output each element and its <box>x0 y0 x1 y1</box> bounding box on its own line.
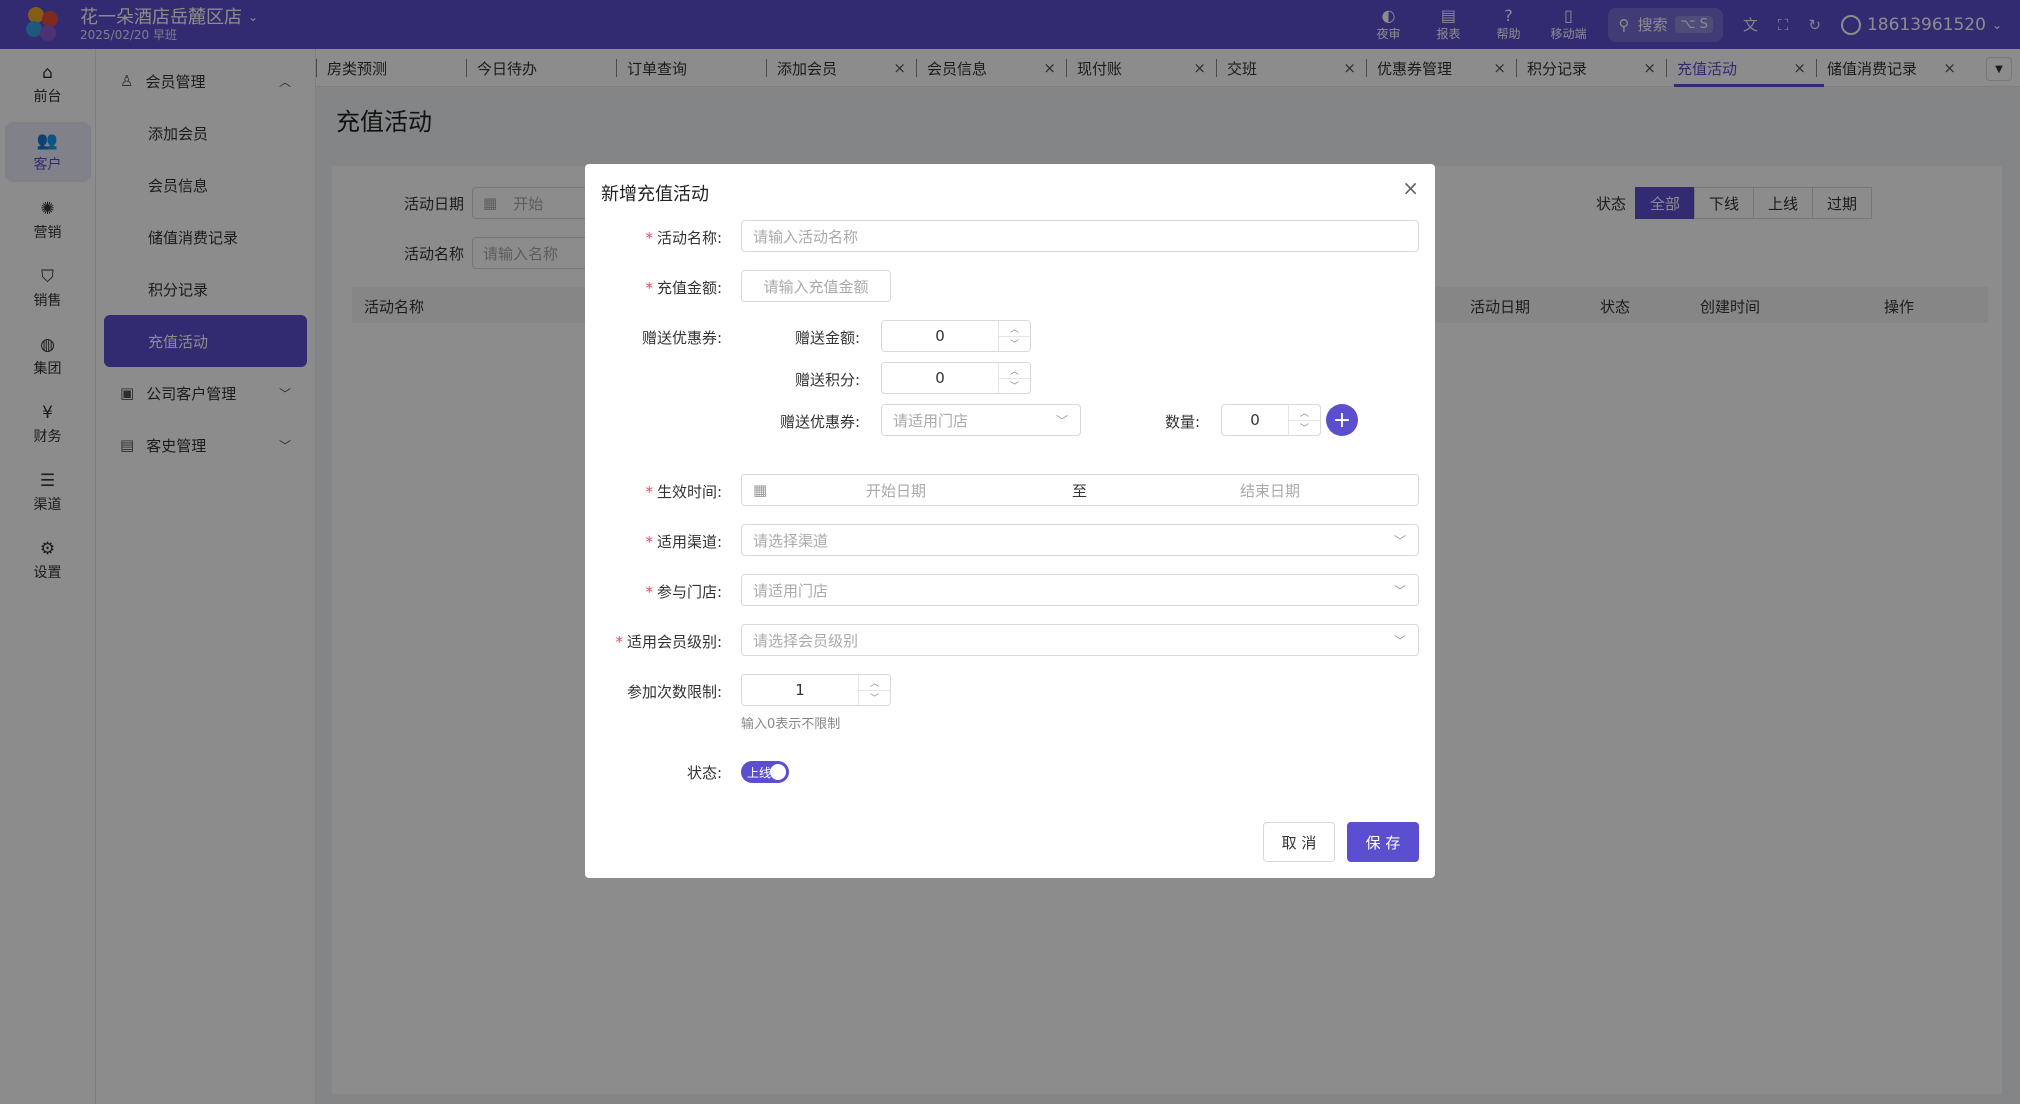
gift-points-stepper[interactable]: 0 ︿ ﹀ <box>881 362 1031 394</box>
chevron-up-icon[interactable]: ︿ <box>999 321 1030 337</box>
select-placeholder: 请适用门店 <box>753 581 829 600</box>
chevron-up-icon[interactable]: ︿ <box>1289 405 1320 421</box>
qty-stepper[interactable]: 0 ︿ ﹀ <box>1221 404 1321 436</box>
gift-amount-stepper[interactable]: 0 ︿ ﹀ <box>881 320 1031 352</box>
chevron-up-icon[interactable]: ︿ <box>999 363 1030 379</box>
calendar-icon: ▦ <box>753 481 768 499</box>
limit-stepper[interactable]: 1 ︿ ﹀ <box>741 674 891 706</box>
store-label: * 参与门店: <box>645 583 722 601</box>
gift-coupon-select[interactable]: 请适用门店 ﹀ <box>881 404 1081 436</box>
chevron-down-icon: ﹀ <box>1393 633 1406 648</box>
select-placeholder: 请选择渠道 <box>753 531 829 550</box>
label-text: 活动名称: <box>656 229 722 247</box>
start-date[interactable]: 开始日期 <box>866 480 926 501</box>
close-icon[interactable]: × <box>1402 176 1419 200</box>
effective-time-label: * 生效时间: <box>645 483 722 501</box>
gift-coupon-label: 赠送优惠券: <box>779 413 860 431</box>
chevron-down-icon[interactable]: ﹀ <box>999 379 1030 394</box>
channel-label: * 适用渠道: <box>645 533 722 551</box>
activity-name-input[interactable]: 请输入活动名称 <box>741 220 1419 252</box>
add-coupon-button[interactable]: + <box>1326 404 1358 436</box>
toggle-text: 上线 <box>747 765 772 780</box>
activity-name-label: * 活动名称: <box>645 229 722 247</box>
qty-label: 数量: <box>1164 413 1200 431</box>
plus-icon: + <box>1332 407 1352 433</box>
channel-select[interactable]: 请选择渠道 ﹀ <box>741 524 1419 556</box>
gift-amount-label: 赠送金额: <box>794 329 860 347</box>
chevron-down-icon[interactable]: ﹀ <box>859 691 890 706</box>
amount-input[interactable]: 请输入充值金额 <box>741 270 891 302</box>
stepper-value: 1 <box>795 681 805 699</box>
label-text: 生效时间: <box>656 483 722 501</box>
member-level-label: * 适用会员级别: <box>615 633 722 651</box>
chevron-down-icon: ﹀ <box>1393 533 1406 548</box>
amount-label: * 充值金额: <box>645 279 722 297</box>
label-text: 适用会员级别: <box>626 633 722 651</box>
gift-label: 赠送优惠券: <box>641 329 722 347</box>
limit-label: 参加次数限制: <box>626 683 722 701</box>
store-select[interactable]: 请适用门店 ﹀ <box>741 574 1419 606</box>
gift-points-label: 赠送积分: <box>794 371 860 389</box>
status-label: 状态: <box>686 764 722 782</box>
label-text: 充值金额: <box>656 279 722 297</box>
chevron-down-icon[interactable]: ﹀ <box>1289 421 1320 436</box>
stepper-value: 0 <box>935 369 945 387</box>
label-text: 适用渠道: <box>656 533 722 551</box>
stepper-value: 0 <box>1250 411 1260 429</box>
stepper-value: 0 <box>935 327 945 345</box>
range-separator: 至 <box>1072 481 1088 500</box>
dialog-title: 新增充值活动 <box>601 184 709 205</box>
effective-date-range[interactable]: ▦ 开始日期 至 结束日期 <box>741 474 1419 506</box>
select-placeholder: 请选择会员级别 <box>753 631 859 650</box>
save-button[interactable]: 保 存 <box>1347 822 1419 862</box>
chevron-down-icon: ﹀ <box>1055 413 1068 428</box>
add-recharge-dialog: 新增充值活动 × * 活动名称: 请输入活动名称 * 充值金额: 请输入充值金额 赠… <box>585 164 1435 878</box>
cancel-button[interactable]: 取 消 <box>1263 822 1335 862</box>
chevron-up-icon[interactable]: ︿ <box>859 675 890 691</box>
chevron-down-icon[interactable]: ﹀ <box>999 337 1030 352</box>
status-toggle[interactable]: 上线 <box>741 761 789 783</box>
toggle-knob <box>770 764 786 780</box>
label-text: 参与门店: <box>656 583 722 601</box>
select-placeholder: 请适用门店 <box>893 411 969 430</box>
member-level-select[interactable]: 请选择会员级别 ﹀ <box>741 624 1419 656</box>
end-date[interactable]: 结束日期 <box>1240 480 1300 501</box>
chevron-down-icon: ﹀ <box>1393 583 1406 598</box>
limit-hint: 输入0表示不限制 <box>741 717 841 732</box>
